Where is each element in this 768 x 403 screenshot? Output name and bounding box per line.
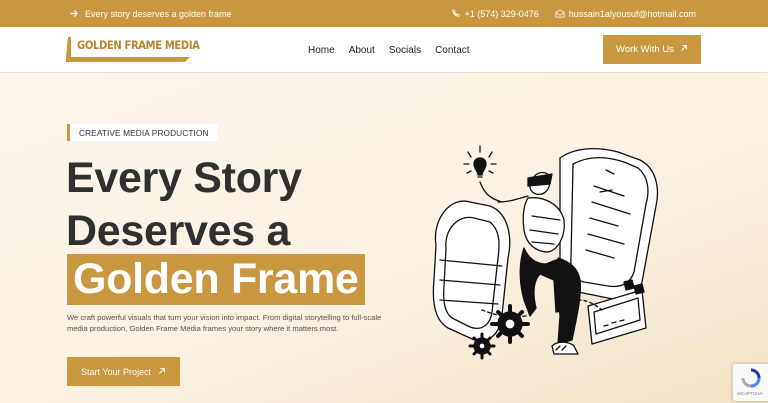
hero-eyebrow: CREATIVE MEDIA PRODUCTION <box>67 124 218 141</box>
hero-headline-line-1: Every Story <box>66 154 302 202</box>
hero-headline-highlight: Golden Frame <box>67 254 365 305</box>
hero-description: We craft powerful visuals that turn your… <box>67 313 382 333</box>
start-project-label: Start Your Project <box>80 366 152 377</box>
email-text: hussain1alyousuf@hotmail.com <box>568 8 696 19</box>
mail-icon <box>555 9 565 18</box>
small-gear-icon <box>468 332 496 360</box>
start-project-button[interactable]: Start Your Project <box>67 357 180 386</box>
arrow-up-right-icon <box>680 44 688 55</box>
tagline-text: Every story deserves a golden frame <box>85 8 232 19</box>
recaptcha-label: reCAPTCHA <box>737 391 763 396</box>
arrow-right-icon <box>70 9 79 18</box>
nav-menu: Home About Socials Contact <box>308 27 470 73</box>
logo-frame-bottom <box>66 57 190 62</box>
top-contact: +1 (574) 329-0476 hussain1alyousuf@hotma… <box>451 0 696 27</box>
arrow-up-right-icon <box>158 367 166 377</box>
gear-icon <box>490 304 530 344</box>
phone-icon <box>451 9 460 18</box>
phone-link[interactable]: +1 (574) 329-0476 <box>451 8 539 19</box>
brand-logo[interactable]: GOLDEN FRAME MEDIA <box>66 37 200 63</box>
phone-text: +1 (574) 329-0476 <box>464 8 539 19</box>
brand-name: GOLDEN FRAME MEDIA <box>77 38 200 52</box>
nav-item-contact[interactable]: Contact <box>435 45 469 56</box>
top-bar: Every story deserves a golden frame +1 (… <box>0 0 768 27</box>
work-with-us-button[interactable]: Work With Us <box>603 35 701 64</box>
email-link[interactable]: hussain1alyousuf@hotmail.com <box>555 9 696 19</box>
hero-headline-line-2: Deserves a <box>66 207 291 255</box>
work-with-us-label: Work With Us <box>616 44 674 55</box>
logo-frame-left <box>66 37 71 57</box>
nav-item-socials[interactable]: Socials <box>389 45 421 56</box>
nav-item-home[interactable]: Home <box>308 45 335 56</box>
main-nav: GOLDEN FRAME MEDIA Home About Socials Co… <box>0 27 768 73</box>
top-tagline: Every story deserves a golden frame <box>70 0 232 27</box>
nav-item-about[interactable]: About <box>349 45 375 56</box>
hero-illustration <box>432 145 659 360</box>
recaptcha-badge[interactable]: reCAPTCHA <box>733 364 768 401</box>
recaptcha-icon <box>741 368 761 388</box>
lightbulb-icon <box>463 145 497 178</box>
